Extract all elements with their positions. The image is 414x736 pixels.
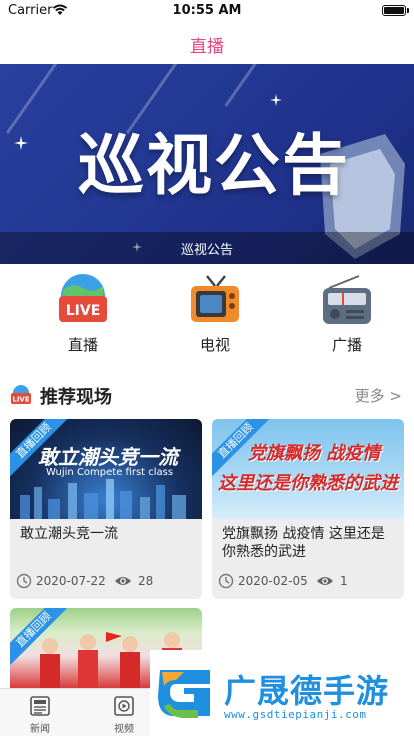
video-card[interactable]: 党旗飘扬 战疫情 这里还是你熟悉的武进 直播回顾 党旗飘扬 战疫情 这里还是你熟… [212, 419, 404, 599]
svg-text:LIVE: LIVE [12, 396, 29, 404]
thumbnail-subtitle: Wujin Compete first class [46, 467, 174, 478]
news-icon [30, 696, 50, 716]
view-count: 1 [340, 574, 348, 588]
category-live[interactable]: LIVE 直播 [28, 268, 138, 368]
radio-icon [323, 275, 371, 324]
banner-headline: 巡视公告 [78, 127, 350, 204]
tab-news[interactable]: 新闻 [10, 693, 70, 736]
status-bar: Carrier 10:55 AM [0, 0, 414, 22]
banner-caption: 巡视公告 [180, 243, 233, 258]
battery-icon [382, 5, 409, 16]
banner-caption-bar: 巡视公告 [0, 232, 414, 264]
category-label: 广播 [331, 336, 362, 354]
thumbnail-headline: 敢立潮头竞一流 [38, 445, 178, 469]
category-label: 直播 [67, 336, 98, 354]
thumbnail-headline: 党旗飘扬 战疫情 [248, 443, 381, 464]
category-radio[interactable]: 广播 [292, 268, 402, 368]
video-icon [114, 696, 134, 716]
card-title: 党旗飘扬 战疫情 这里还是你熟悉的武进 [222, 526, 385, 560]
sparkle-icon [14, 136, 28, 150]
city-skyline-graphic [20, 479, 186, 519]
watermark-overlay: 广晟德手游 www.gsdtiepianji.com [150, 650, 414, 736]
eye-icon [317, 577, 333, 585]
watermark-brand: 广晟德手游 [224, 672, 390, 710]
page-title: 直播 [190, 37, 224, 57]
clock-icon [218, 573, 234, 589]
publish-date: 2020-07-22 [36, 574, 106, 588]
svg-text:LIVE: LIVE [66, 303, 101, 319]
watermark-logo [158, 670, 210, 718]
watermark-url: www.gsdtiepianji.com [224, 708, 367, 721]
sparkle-icon [270, 94, 282, 106]
card-meta: 2020-07-22 28 [16, 573, 198, 591]
card-thumbnail: 党旗飘扬 战疫情 这里还是你熟悉的武进 直播回顾 [212, 419, 404, 519]
tab-label: 新闻 [30, 724, 50, 735]
publish-date: 2020-02-05 [238, 574, 308, 588]
tab-video[interactable]: 视频 [94, 693, 154, 736]
card-title: 敢立潮头竞一流 [20, 526, 118, 542]
banner-light-ray [5, 64, 78, 135]
clock-icon [16, 573, 32, 589]
category-label: 电视 [199, 336, 230, 354]
eye-icon [115, 577, 131, 585]
navigation-bar: 直播 [0, 22, 414, 64]
live-icon: LIVE [59, 274, 107, 322]
category-row: LIVE 直播 电视 广播 [0, 268, 414, 368]
view-count: 28 [138, 574, 154, 588]
clock-time: 10:55 AM [172, 3, 242, 18]
more-link[interactable]: 更多 > [355, 385, 402, 406]
banner-carousel[interactable]: 巡视公告 巡视公告 [0, 64, 414, 264]
section-title: 推荐现场 [40, 387, 112, 408]
section-header: LIVE 推荐现场 更多 > [0, 380, 414, 410]
card-thumbnail: 敢立潮头竞一流 Wujin Compete first class 直播回顾 [10, 419, 202, 519]
thumbnail-subheadline: 这里还是你熟悉的武进 [218, 473, 398, 494]
card-meta: 2020-02-05 1 [218, 573, 400, 591]
live-icon: LIVE [11, 385, 31, 404]
tab-label: 视频 [114, 724, 134, 735]
tv-icon [191, 275, 239, 322]
video-card[interactable]: 敢立潮头竞一流 Wujin Compete first class 直播回顾 敢… [10, 419, 202, 599]
category-tv[interactable]: 电视 [160, 268, 270, 368]
